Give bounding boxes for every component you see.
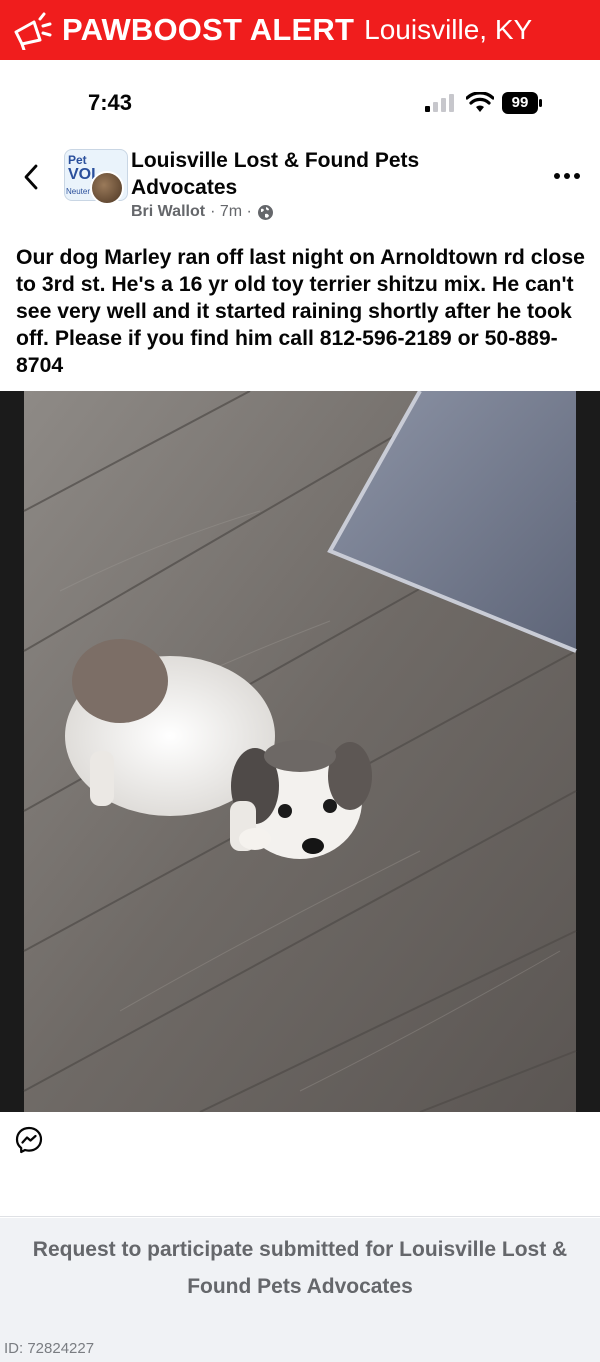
post-body: Our dog Marley ran off last night on Arn… <box>16 246 585 377</box>
author-avatar[interactable] <box>90 171 124 205</box>
post-meta: Bri Wallot · 7m · <box>131 203 274 221</box>
battery-level: 99 <box>511 94 529 111</box>
alert-id: ID: 72824227 <box>4 1340 95 1357</box>
signal-icon <box>425 94 454 112</box>
wifi-icon <box>466 92 494 112</box>
more-icon[interactable] <box>553 172 581 180</box>
back-chevron-icon[interactable] <box>20 162 44 192</box>
group-avatar-text-1: Pet <box>68 153 87 167</box>
status-bar: 7:43 99 <box>0 86 600 120</box>
status-time: 7:43 <box>88 90 133 115</box>
post-header: Pet VOI Neuter Louisville Lost & Found P… <box>0 145 600 230</box>
messenger-icon[interactable] <box>15 1126 43 1154</box>
post-photo[interactable] <box>0 391 600 1112</box>
megaphone-icon <box>14 12 52 50</box>
group-avatar-text-3: Neuter <box>66 187 91 196</box>
alert-location: Louisville, KY <box>364 14 533 45</box>
globe-icon <box>257 204 273 220</box>
group-name[interactable]: Louisville Lost & Found Pets Advocates <box>131 147 501 201</box>
post-time: · 7m · <box>210 203 252 220</box>
author-name[interactable]: Bri Wallot <box>131 203 205 221</box>
request-status-text: Request to participate submitted for Lou… <box>32 1238 568 1298</box>
pawboost-alert-banner: PAWBOOST ALERT Louisville, KY <box>0 0 600 60</box>
alert-brand: PAWBOOST ALERT <box>62 12 355 47</box>
post-actions <box>0 1112 600 1217</box>
request-banner: Request to participate submitted for Lou… <box>0 1218 600 1362</box>
